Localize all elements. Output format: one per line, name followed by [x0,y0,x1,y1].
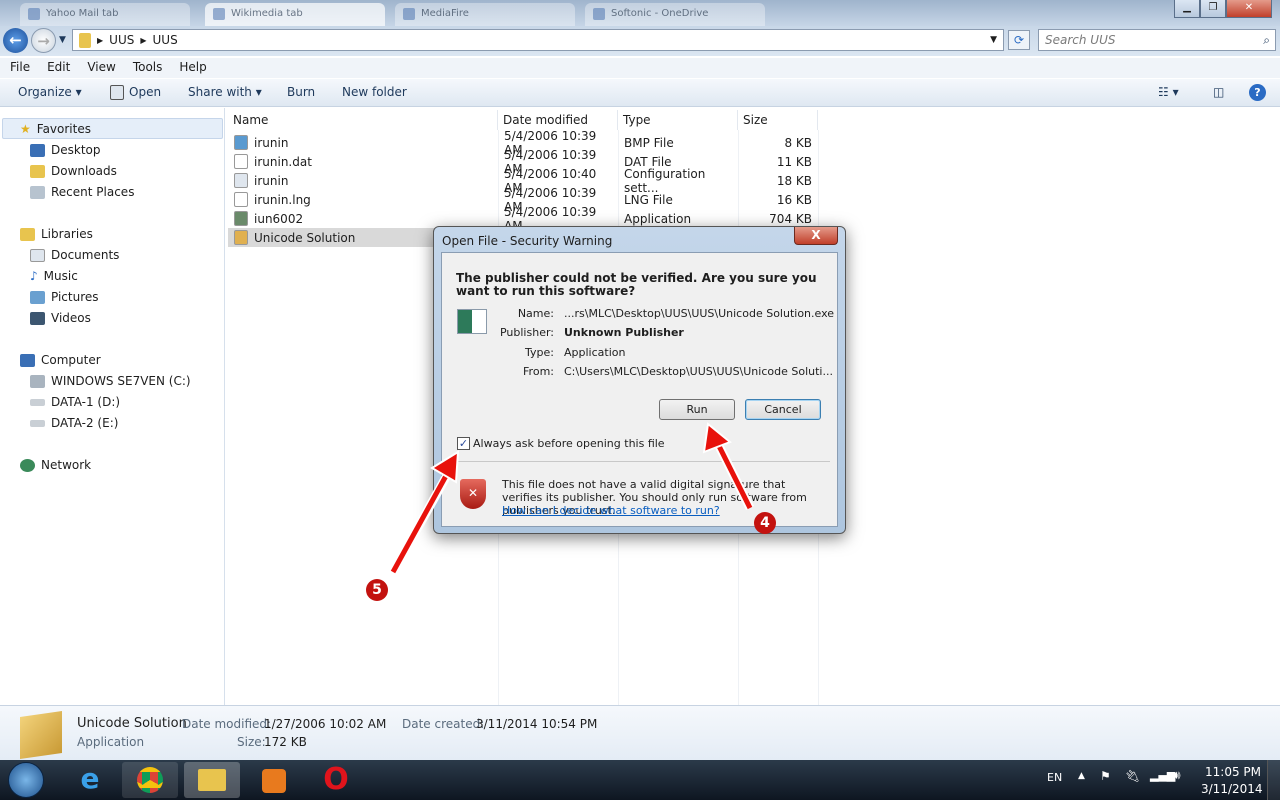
step-badge-4: 4 [754,512,776,534]
arrow-head-run [702,422,732,454]
arrow-to-run [715,442,753,510]
arrow-to-checkbox [390,472,450,574]
step-badge-5: 5 [366,579,388,601]
annotation-arrows [389,422,755,575]
